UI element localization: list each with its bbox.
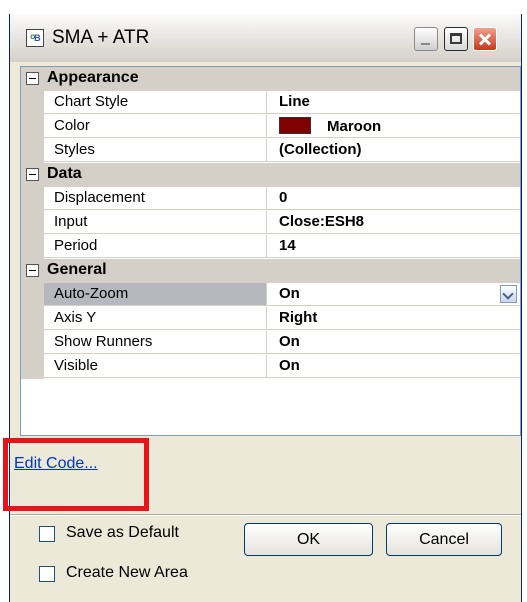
close-button[interactable] [473, 27, 497, 51]
property-row-axis-y[interactable]: Axis Y Right [21, 307, 520, 331]
property-row-input[interactable]: Input Close:ESH8 [21, 211, 520, 235]
property-name: Color [44, 115, 267, 138]
maximize-button[interactable] [444, 27, 468, 51]
property-row-color[interactable]: Color Maroon [21, 115, 520, 139]
title-bar[interactable]: ᴼB SMA + ATR [10, 14, 521, 62]
create-new-area-checkbox[interactable] [39, 566, 55, 582]
property-name: Chart Style [44, 91, 267, 114]
property-row-styles[interactable]: Styles (Collection) [21, 139, 520, 163]
category-data[interactable]: Data [21, 163, 520, 187]
auto-zoom-dropdown[interactable]: On [267, 283, 520, 306]
chevron-down-icon[interactable] [500, 285, 517, 303]
property-row-auto-zoom[interactable]: Auto-Zoom On [21, 283, 520, 307]
property-name: Styles [44, 139, 267, 162]
collapse-icon[interactable] [26, 264, 39, 277]
save-as-default-label[interactable]: Save as Default [66, 524, 179, 542]
minimize-button[interactable] [414, 27, 438, 51]
cancel-button[interactable]: Cancel [386, 523, 502, 556]
property-grid: Appearance Chart Style Line Color Maroon… [20, 66, 521, 436]
property-row-period[interactable]: Period 14 [21, 235, 520, 259]
property-name: Visible [44, 355, 267, 378]
property-row-visible[interactable]: Visible On [21, 355, 520, 379]
property-value[interactable]: On [267, 355, 520, 378]
color-name: Maroon [327, 118, 382, 135]
property-row-chart-style[interactable]: Chart Style Line [21, 91, 520, 115]
property-value[interactable]: Line [267, 91, 520, 114]
ok-button[interactable]: OK [244, 523, 373, 556]
highlight-box [3, 438, 149, 511]
separator [10, 514, 521, 516]
property-name: Auto-Zoom [44, 283, 267, 306]
window-title: SMA + ATR [52, 27, 150, 48]
property-value[interactable]: (Collection) [267, 139, 520, 162]
category-general[interactable]: General [21, 259, 520, 283]
properties-dialog: ᴼB SMA + ATR Appearance Chart Style Line… [9, 14, 522, 602]
color-swatch [279, 117, 311, 134]
category-label: Appearance [47, 69, 139, 86]
category-label: General [47, 261, 107, 278]
color-value[interactable]: Maroon [267, 115, 520, 138]
indicator-app-icon: ᴼB [26, 29, 44, 47]
property-value[interactable]: 14 [267, 235, 520, 258]
property-name: Axis Y [44, 307, 267, 330]
property-name: Displacement [44, 187, 267, 210]
property-value[interactable]: Close:ESH8 [267, 211, 520, 234]
property-value[interactable]: On [267, 331, 520, 354]
property-name: Input [44, 211, 267, 234]
dropdown-value: On [279, 285, 300, 302]
create-new-area-label[interactable]: Create New Area [66, 564, 188, 582]
property-name: Show Runners [44, 331, 267, 354]
property-row-show-runners[interactable]: Show Runners On [21, 331, 520, 355]
save-as-default-checkbox[interactable] [39, 526, 55, 542]
collapse-icon[interactable] [26, 72, 39, 85]
collapse-icon[interactable] [26, 168, 39, 181]
category-appearance[interactable]: Appearance [21, 67, 520, 91]
category-label: Data [47, 165, 82, 182]
property-value[interactable]: 0 [267, 187, 520, 210]
property-name: Period [44, 235, 267, 258]
property-value[interactable]: Right [267, 307, 520, 330]
property-row-displacement[interactable]: Displacement 0 [21, 187, 520, 211]
